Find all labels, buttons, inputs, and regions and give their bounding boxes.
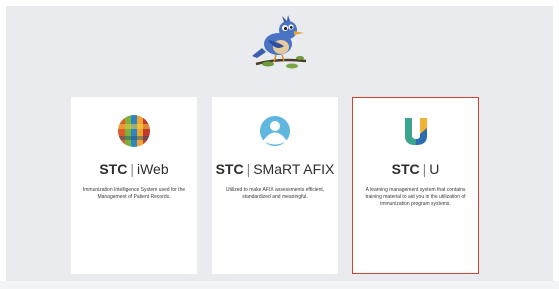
stc-u-logo-icon bbox=[404, 118, 427, 145]
stc-u-card-description: A learning management system that contai… bbox=[365, 187, 466, 207]
smart-afix-logo-icon bbox=[260, 116, 290, 146]
portal-page: STC | iWeb Immunization Intelligence Syste… bbox=[0, 0, 559, 289]
stc-u-card-title: STC | U bbox=[391, 161, 440, 177]
smart-afix-card[interactable]: STC | SMaRT AFIX Utilized to make AFIX ass… bbox=[212, 97, 338, 274]
smart-afix-card-title: STC | SMaRT AFIX bbox=[215, 161, 335, 177]
bird-mascot-icon bbox=[252, 15, 307, 69]
iweb-card-title: STC | iWeb bbox=[99, 161, 169, 177]
stc-u-card[interactable]: STC | U A learning management system that … bbox=[352, 97, 479, 274]
iweb-logo-icon bbox=[118, 115, 150, 147]
iweb-card-description: Immunization Intelligence System used fo… bbox=[82, 187, 186, 200]
footer-strip bbox=[0, 281, 559, 289]
smart-afix-card-description: Utilized to make AFIX assessments effici… bbox=[225, 187, 325, 200]
iweb-card[interactable]: STC | iWeb Immunization Intelligence Syste… bbox=[71, 97, 197, 274]
